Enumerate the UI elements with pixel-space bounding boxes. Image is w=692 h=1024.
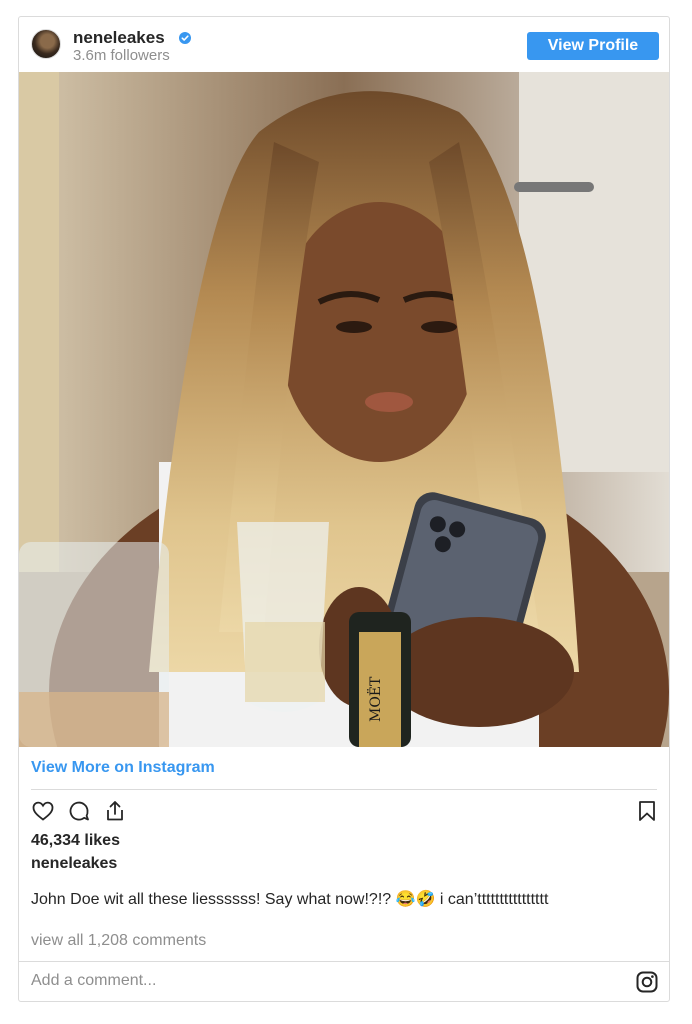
comment-input[interactable]: Add a comment...	[31, 972, 156, 990]
share-icon[interactable]	[103, 799, 127, 823]
comment-icon[interactable]	[67, 799, 91, 823]
bookmark-icon[interactable]	[635, 799, 659, 823]
follower-count: 3.6m followers	[73, 47, 170, 64]
post-photo[interactable]: MOËT	[19, 72, 669, 747]
avatar[interactable]	[31, 29, 61, 59]
view-comments-link[interactable]: view all 1,208 comments	[31, 932, 206, 950]
comment-box: Add a comment...	[19, 961, 669, 1001]
view-more-link[interactable]: View More on Instagram	[31, 759, 215, 777]
post-photo-illustration: MOËT	[19, 72, 669, 747]
bottle-label: MOËT	[366, 676, 384, 722]
action-bar	[19, 799, 669, 827]
heart-icon[interactable]	[31, 799, 55, 823]
instagram-icon[interactable]	[635, 970, 659, 994]
instagram-embed-card: neneleakes 3.6m followers View Profile M…	[18, 16, 670, 1002]
username[interactable]: neneleakes	[73, 28, 165, 48]
like-count[interactable]: 46,334 likes	[31, 832, 120, 850]
post-owner[interactable]: neneleakes	[31, 855, 117, 873]
post-header: neneleakes 3.6m followers View Profile	[19, 17, 669, 72]
post-caption: John Doe wit all these liessssss! Say wh…	[31, 891, 549, 908]
verified-badge-icon	[179, 32, 191, 44]
divider	[31, 789, 657, 790]
view-profile-button[interactable]: View Profile	[527, 32, 659, 60]
